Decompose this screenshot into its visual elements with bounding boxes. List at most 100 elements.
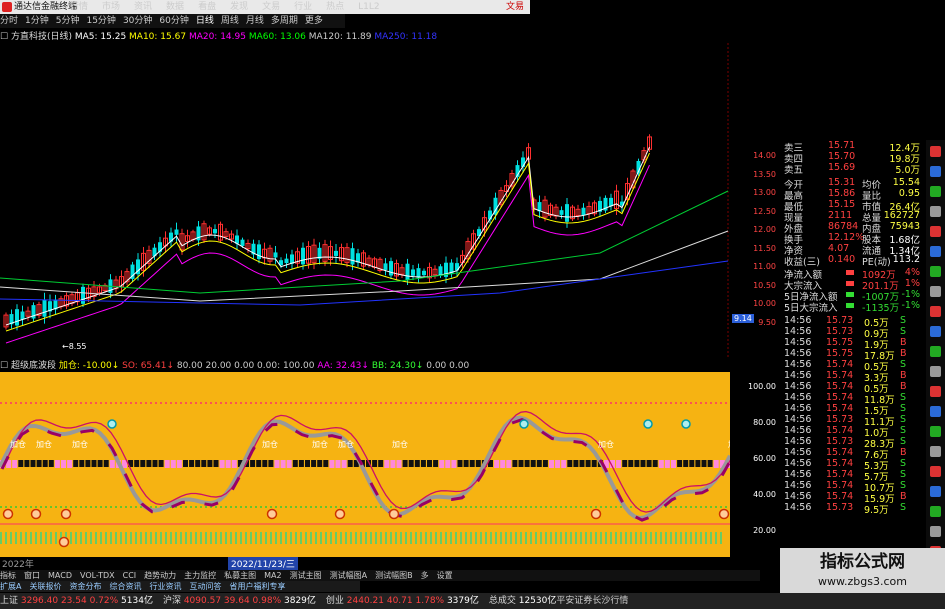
- period-4[interactable]: 30分钟: [123, 14, 152, 28]
- signal-block: [628, 460, 634, 467]
- indicator-tab[interactable]: 窗口: [24, 571, 40, 580]
- volume-tick: [110, 532, 112, 544]
- index-summary[interactable]: 创业 2440.21 40.71 1.78% 3379亿: [326, 596, 479, 606]
- volume-tick: [135, 532, 137, 544]
- indicator-toggle-icon[interactable]: ☐: [0, 361, 8, 371]
- indicator-tab[interactable]: 私募主图: [224, 571, 256, 580]
- indicator-tab[interactable]: 测试幅图A: [330, 571, 367, 580]
- indicator-tab[interactable]: 趋势动力: [144, 571, 176, 580]
- toolbar-icon[interactable]: [930, 346, 941, 357]
- toolbar-icon[interactable]: [930, 506, 941, 517]
- news-ticker: 平安证券长沙行情: [556, 596, 629, 606]
- menu-item-7[interactable]: 行业: [294, 0, 312, 14]
- volume-tick: [95, 532, 97, 544]
- toolbar-icon[interactable]: [930, 466, 941, 477]
- signal-block: [463, 460, 469, 467]
- news-tab[interactable]: 资金分布: [69, 582, 101, 591]
- menu-item-0[interactable]: 行情: [70, 0, 88, 14]
- toolbar-icon[interactable]: [930, 326, 941, 337]
- toolbar-icon[interactable]: [930, 186, 941, 197]
- volume-tick: [370, 532, 372, 544]
- indicator-tab[interactable]: VOL-TDX: [80, 571, 115, 580]
- news-tab[interactable]: 扩展A: [0, 582, 21, 591]
- indicator-chart[interactable]: 加仓加仓加仓加仓加仓加仓加仓加仓加仓: [0, 372, 730, 557]
- period-0[interactable]: 分时: [0, 14, 18, 28]
- menu-item-4[interactable]: 看盘: [198, 0, 216, 14]
- period-10[interactable]: 更多: [305, 14, 323, 28]
- toolbar-icon[interactable]: [930, 286, 941, 297]
- signal-block: [134, 460, 140, 467]
- period-2[interactable]: 5分钟: [56, 14, 80, 28]
- price-chart[interactable]: ←8.55: [0, 43, 730, 358]
- indicator-tab[interactable]: 多: [421, 571, 429, 580]
- toolbar-icon[interactable]: [930, 246, 941, 257]
- toolbar-icon[interactable]: [930, 206, 941, 217]
- add-position-label: 加仓: [72, 439, 88, 449]
- period-6[interactable]: 日线: [196, 14, 214, 28]
- money-flow-row: 净流入额 1092万 4%: [780, 267, 920, 281]
- toolbar-icon[interactable]: [930, 406, 941, 417]
- indicator-tab[interactable]: CCI: [123, 571, 137, 580]
- news-tab[interactable]: 关联报价: [29, 582, 61, 591]
- toolbar-icon[interactable]: [930, 366, 941, 377]
- indicator-tab[interactable]: MA2: [264, 571, 281, 580]
- indicator-tab[interactable]: 主力监控: [184, 571, 216, 580]
- indicator-tab[interactable]: 测试主图: [290, 571, 322, 580]
- period-5[interactable]: 60分钟: [159, 14, 188, 28]
- menu-item-6[interactable]: 文易: [262, 0, 280, 14]
- menu-item-9[interactable]: L1L2: [358, 0, 379, 14]
- index-value: 4090.57: [183, 596, 224, 606]
- toolbar-icon[interactable]: [930, 306, 941, 317]
- volume-tick: [125, 532, 127, 544]
- news-tab[interactable]: 行业资讯: [149, 582, 181, 591]
- signal-block: [176, 460, 182, 468]
- toolbar-icon[interactable]: [930, 446, 941, 457]
- menu-item-5[interactable]: 发现: [230, 0, 248, 14]
- ma10-line: [5, 152, 650, 332]
- volume-tick: [630, 532, 632, 544]
- toolbar-icon[interactable]: [930, 146, 941, 157]
- indicator-tab[interactable]: MACD: [48, 571, 72, 580]
- legend-toggle-icon[interactable]: ☐: [0, 32, 8, 42]
- index-summary[interactable]: 沪深 4090.57 39.64 0.98% 3829亿: [163, 596, 316, 606]
- indicator-tab[interactable]: 设置: [437, 571, 453, 580]
- flow-value: -1135万: [862, 303, 900, 314]
- period-8[interactable]: 月线: [246, 14, 264, 28]
- volume-tick: [635, 532, 637, 544]
- news-tab[interactable]: 省用户福利专享: [229, 582, 285, 591]
- toolbar-icon[interactable]: [930, 226, 941, 237]
- toolbar-icon[interactable]: [930, 426, 941, 437]
- volume-tick: [130, 532, 132, 544]
- news-tab[interactable]: 互动问答: [189, 582, 221, 591]
- quote-field-value: 15.15: [828, 199, 856, 210]
- toolbar-icon[interactable]: [930, 166, 941, 177]
- indicator-tab[interactable]: 指标: [0, 571, 16, 580]
- signal-block: [524, 460, 530, 467]
- period-3[interactable]: 15分钟: [86, 14, 115, 28]
- tick-time: 14:56: [784, 337, 812, 348]
- index-summary[interactable]: 上证 3296.40 23.54 0.72% 5134亿: [0, 596, 153, 606]
- menu-item-2[interactable]: 资讯: [134, 0, 152, 14]
- toolbar-icon[interactable]: [930, 386, 941, 397]
- toolbar-icon[interactable]: [930, 486, 941, 497]
- toolbar-icon[interactable]: [930, 526, 941, 537]
- toolbar-icon[interactable]: [930, 266, 941, 277]
- add-position-label: 加仓: [36, 439, 52, 449]
- volume-tick: [720, 532, 722, 544]
- ma-legend-item: MA10: 15.67: [129, 32, 189, 42]
- volume-tick: [535, 532, 537, 544]
- flow-pct: 4%: [904, 267, 920, 278]
- window-right-label[interactable]: 文易: [506, 0, 524, 14]
- period-1[interactable]: 1分钟: [25, 14, 49, 28]
- candle-body: [273, 252, 278, 258]
- menu-item-8[interactable]: 热点: [326, 0, 344, 14]
- period-7[interactable]: 周线: [221, 14, 239, 28]
- menu-item-1[interactable]: 市场: [102, 0, 120, 14]
- menu-item-3[interactable]: 数据: [166, 0, 184, 14]
- indicator-tab[interactable]: 测试幅图B: [375, 571, 413, 580]
- period-9[interactable]: 多周期: [271, 14, 298, 28]
- signal-block: [18, 460, 24, 467]
- volume-tick: [520, 532, 522, 544]
- news-tab[interactable]: 综合资讯: [109, 582, 141, 591]
- magenta-oscillator: [0, 417, 730, 522]
